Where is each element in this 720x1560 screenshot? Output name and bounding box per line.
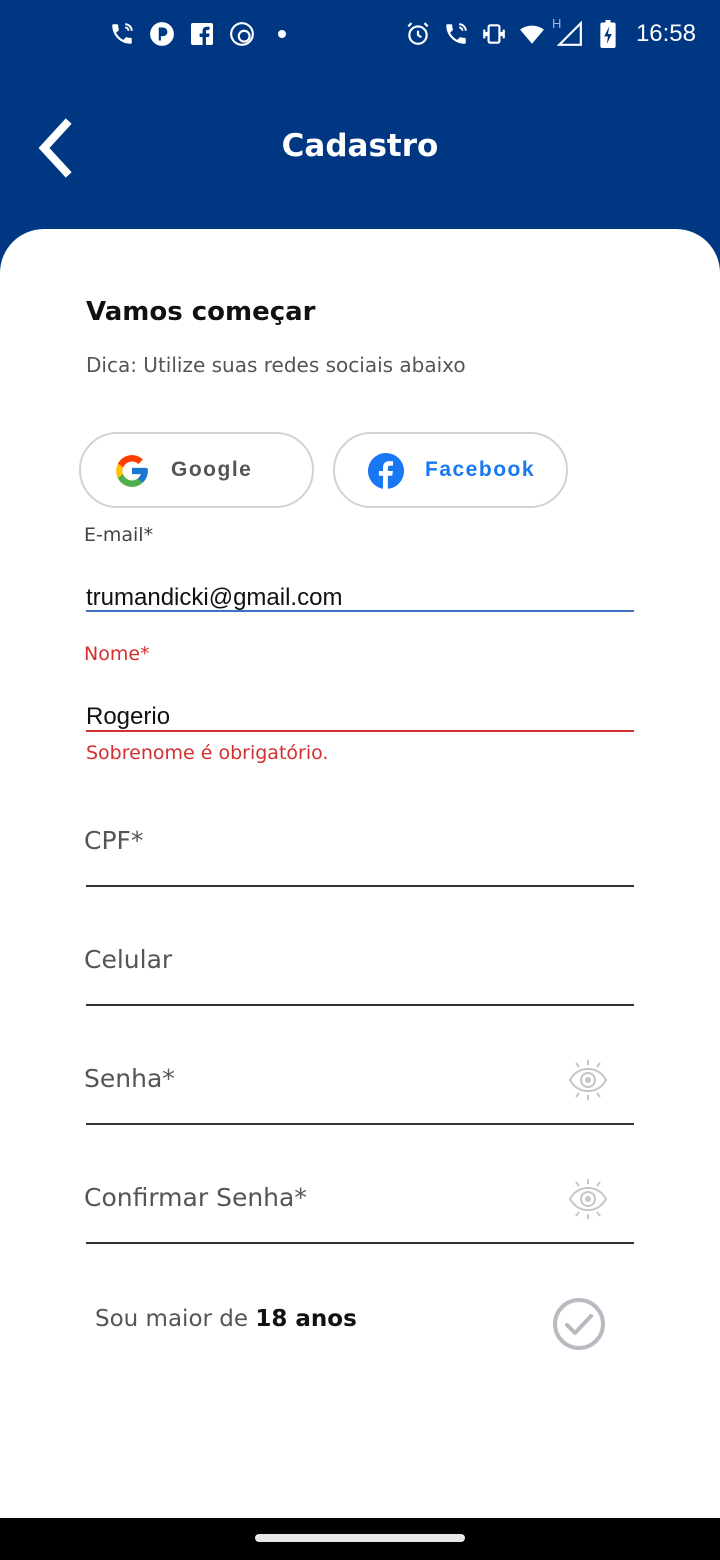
age-confirmation-label: Sou maior de 18 anos [95,1306,357,1332]
google-icon [113,452,151,490]
confirm-password-underline [86,1242,634,1244]
phone-underline [86,1004,634,1006]
system-nav-bar [0,1518,720,1560]
signup-panel: Vamos começar Dica: Utilize suas redes s… [0,229,720,1518]
cpf-underline [86,885,634,887]
status-bar: H 16:58 [0,0,720,72]
show-confirm-password-eye-icon[interactable] [566,1177,610,1221]
app-p-icon [148,20,176,48]
signal-h-icon: H [552,16,584,48]
vibrate-icon [480,20,508,48]
password-underline [86,1123,634,1125]
email-label: E-mail* [84,524,154,546]
password-field[interactable]: Senha* [84,1064,175,1093]
intro-title: Vamos começar [86,297,316,327]
status-time: 16:58 [635,20,696,47]
facebook-signin-button[interactable]: Facebook [333,432,568,508]
phone-wifi-icon [442,20,470,48]
name-error-message: Sobrenome é obrigatório. [86,742,329,764]
facebook-icon [188,20,216,48]
confirm-password-field[interactable]: Confirmar Senha* [84,1183,307,1212]
status-right-icons: H 16:58 [404,16,696,48]
age-prefix: Sou maior de [95,1306,256,1332]
page-title: Cadastro [281,128,439,164]
home-gesture-pill[interactable] [255,1534,465,1542]
wifi-icon [518,20,546,48]
intro-hint: Dica: Utilize suas redes sociais abaixo [86,353,466,377]
chat-icon [228,20,256,48]
battery-charging-icon [594,20,622,48]
google-label: Google [171,458,253,481]
age-emphasis: 18 anos [255,1306,357,1332]
cpf-field[interactable]: CPF* [84,826,143,855]
name-underline [86,730,634,732]
email-underline [86,610,634,612]
name-label: Nome* [84,643,150,665]
facebook-label: Facebook [425,458,536,481]
status-left-icons [108,20,296,48]
facebook-icon [367,452,405,490]
age-check-icon[interactable] [552,1297,606,1351]
alarm-icon [404,20,432,48]
google-signin-button[interactable]: Google [79,432,314,508]
show-password-eye-icon[interactable] [566,1058,610,1102]
dot-icon [268,20,296,48]
app-header: Cadastro [0,72,720,232]
phone-wifi-icon [108,20,136,48]
network-type-label: H [551,16,562,31]
phone-field[interactable]: Celular [84,945,172,974]
